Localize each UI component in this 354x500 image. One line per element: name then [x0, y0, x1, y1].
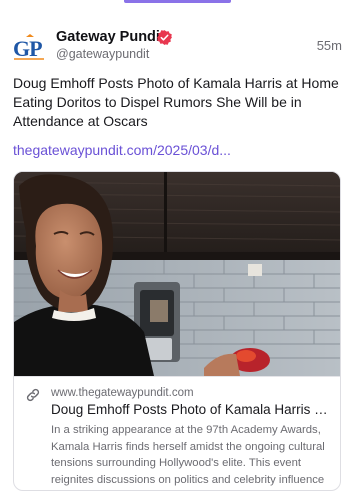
verified-badge-icon [157, 30, 172, 45]
link-preview-card[interactable]: www.thegatewaypundit.com Doug Emhoff Pos… [13, 171, 341, 491]
preview-domain: www.thegatewaypundit.com [51, 387, 194, 399]
preview-description: In a striking appearance at the 97th Aca… [51, 422, 333, 488]
avatar-text: GP [13, 36, 42, 61]
gateway-pundit-logo: GP [13, 34, 44, 61]
preview-description-line: reignites discussions on politics and ce… [51, 473, 325, 486]
author-name[interactable]: Gateway Pundit [56, 29, 165, 45]
post-timestamp[interactable]: 55m [317, 38, 342, 53]
post-text: Doug Emhoff Posts Photo of Kamala Harris… [13, 75, 339, 129]
preview-description-line: tensions surrounding Hollywood's elite. … [51, 457, 301, 469]
preview-title[interactable]: Doug Emhoff Posts Photo of Kamala Harris… [51, 402, 333, 417]
post-link[interactable]: thegatewaypundit.com/2025/03/d... [13, 142, 231, 158]
preview-description-line: Kamala Harris finds herself amidst the o… [51, 440, 325, 453]
avatar[interactable]: GP [12, 31, 46, 65]
preview-image [14, 172, 340, 376]
preview-description-line: In a striking appearance at the 97th Aca… [51, 424, 321, 436]
link-icon [26, 388, 40, 402]
author-handle[interactable]: @gatewaypundit [56, 47, 149, 61]
preview-meta: www.thegatewaypundit.com Doug Emhoff Pos… [14, 376, 340, 490]
post[interactable]: GP Gateway Pundit @gatewaypundit 55m Dou… [0, 0, 354, 500]
